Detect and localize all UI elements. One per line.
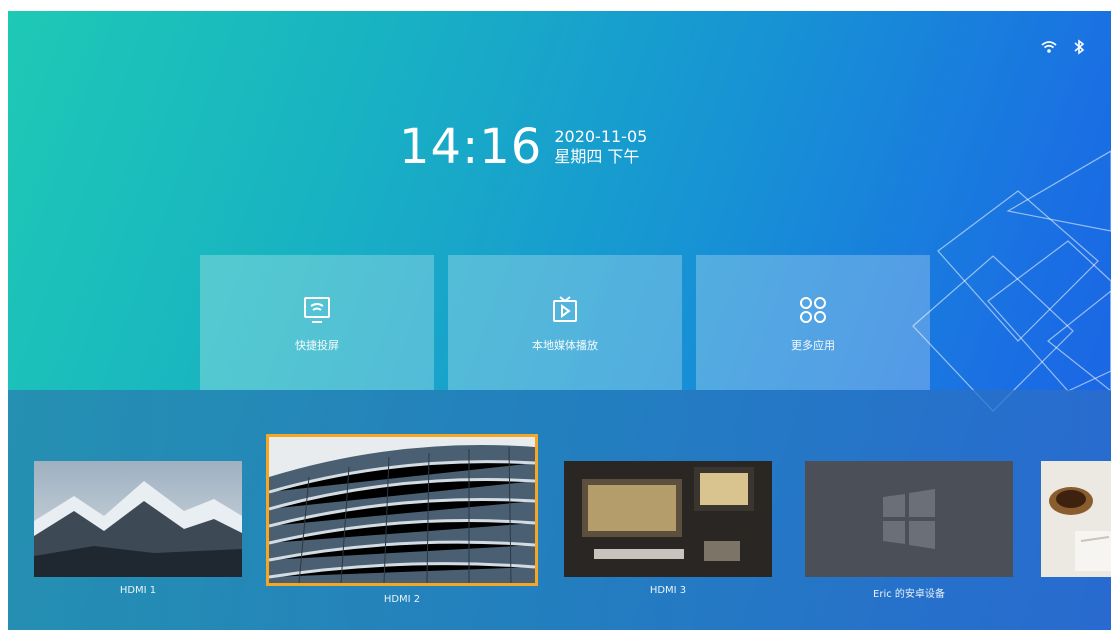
source-thumbnail-placeholder [805, 461, 1013, 577]
bluetooth-icon[interactable] [1071, 39, 1087, 55]
source-label: HDMI 3 [649, 585, 687, 596]
source-thumbnail-desk [564, 461, 772, 577]
source-label: HDMI 1 [119, 585, 157, 596]
wifi-icon[interactable] [1041, 39, 1057, 55]
tile-quick-cast[interactable]: 快捷投屏 [200, 255, 434, 390]
windows-logo-icon [883, 489, 935, 549]
clock-weekday: 星期四 下午 [554, 147, 640, 166]
source-hdmi-3[interactable]: HDMI 3 [564, 461, 772, 596]
source-carousel: HDMI 1 HDMI 2 HDMI 3 Eric 的安卓设备 [8, 390, 1111, 630]
source-hdmi-2[interactable]: HDMI 2 [266, 434, 538, 605]
screen-cast-icon [300, 293, 334, 327]
clock-time: 14:16 [399, 119, 543, 175]
source-label: HDMI 2 [383, 594, 421, 605]
source-eric-android[interactable]: Eric 的安卓设备 [805, 461, 1013, 600]
tile-quick-cast-label: 快捷投屏 [295, 338, 339, 352]
clock-widget: 14:16 2020-11-05 星期四 下午 [399, 123, 647, 171]
home-screen: 14:16 2020-11-05 星期四 下午 快捷投屏 本地媒体播放 更多应用… [8, 11, 1111, 630]
tile-more-apps[interactable]: 更多应用 [696, 255, 930, 390]
source-thumbnail-mountain [34, 461, 242, 577]
source-partial[interactable] [1041, 461, 1111, 585]
source-label: Eric 的安卓设备 [873, 589, 945, 600]
apps-grid-icon [796, 293, 830, 327]
media-play-icon [548, 293, 582, 327]
tile-local-media-label: 本地媒体播放 [532, 338, 598, 352]
clock-date: 2020-11-05 [554, 127, 648, 146]
source-thumbnail-building [266, 434, 538, 586]
tile-more-apps-label: 更多应用 [791, 338, 835, 352]
source-thumbnail-coffee [1041, 461, 1111, 577]
source-hdmi-1[interactable]: HDMI 1 [34, 461, 242, 596]
tile-local-media[interactable]: 本地媒体播放 [448, 255, 682, 390]
status-bar [1041, 39, 1087, 55]
quick-tiles: 快捷投屏 本地媒体播放 更多应用 [200, 255, 930, 390]
